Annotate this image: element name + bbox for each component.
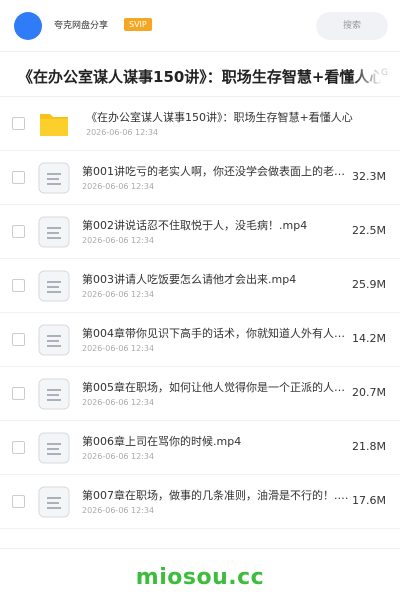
item-date: 2026-06-06 12:34	[82, 398, 155, 407]
video-file-icon	[38, 270, 70, 302]
video-file-icon	[38, 216, 70, 248]
item-date: 2026-06-06 12:34	[82, 182, 155, 191]
item-date: 2026-06-06 12:34	[86, 128, 159, 137]
item-date: 2026-06-06 12:34	[82, 344, 155, 353]
item-date: 2026-06-06 12:34	[82, 452, 155, 461]
row-checkbox[interactable]	[12, 495, 25, 508]
video-file-icon	[38, 162, 70, 194]
folder-title-bar: 《在办公室谋人谋事150讲》：职场生存智慧+看懂人心 G	[0, 52, 400, 97]
video-file-icon	[38, 324, 70, 356]
folder-row[interactable]: 《在办公室谋人谋事150讲》：职场生存智慧+看懂人心 2026-06-06 12:…	[0, 97, 400, 151]
video-file-icon	[38, 432, 70, 464]
search-input[interactable]: 搜索	[316, 12, 388, 40]
row-checkbox[interactable]	[12, 117, 25, 130]
row-checkbox[interactable]	[12, 387, 25, 400]
item-name: 第003讲请人吃饭要怎么请他才会出来.mp4	[82, 273, 297, 286]
file-list: 《在办公室谋人谋事150讲》：职场生存智慧+看懂人心 2026-06-06 12:…	[0, 97, 400, 529]
item-size: 17.6M	[352, 494, 386, 507]
user-name: 夸克网盘分享	[54, 21, 109, 31]
row-checkbox[interactable]	[12, 225, 25, 238]
item-name: 《在办公室谋人谋事150讲》：职场生存智慧+看懂人心	[86, 111, 353, 124]
title-suffix: G	[381, 68, 388, 78]
item-name: 第006章上司在骂你的时候.mp4	[82, 435, 242, 448]
item-name: 第002讲说话忍不住取悦于人，没毛病！.mp4	[82, 219, 308, 232]
item-date: 2026-06-06 12:34	[82, 290, 155, 299]
video-file-icon	[38, 486, 70, 518]
file-row[interactable]: 第003讲请人吃饭要怎么请他才会出来.mp4 2026-06-06 12:34 25…	[0, 259, 400, 313]
svip-badge: SVIP	[124, 18, 152, 31]
file-row[interactable]: 第001讲吃亏的老实人啊，你还没学会做表面上的老实人.mp4 2026-06-06…	[0, 151, 400, 205]
file-row[interactable]: 第002讲说话忍不住取悦于人，没毛病！.mp4 2026-06-06 12:34 2…	[0, 205, 400, 259]
folder-icon	[38, 108, 70, 140]
item-size: 22.5M	[352, 224, 386, 237]
item-date: 2026-06-06 12:34	[82, 506, 155, 515]
item-name: 第001讲吃亏的老实人啊，你还没学会做表面上的老实人.mp4	[82, 165, 354, 178]
row-checkbox[interactable]	[12, 441, 25, 454]
page-title: 《在办公室谋人谋事150讲》：职场生存智慧+看懂人心	[18, 68, 385, 86]
file-row[interactable]: 第006章上司在骂你的时候.mp4 2026-06-06 12:34 21.8M	[0, 421, 400, 475]
item-size: 14.2M	[352, 332, 386, 345]
avatar[interactable]	[14, 12, 42, 40]
file-row[interactable]: 第004章带你见识下高手的话术，你就知道人外有人了.mp4 2026-06-06 …	[0, 313, 400, 367]
file-row[interactable]: 第005章在职场，如何让他人觉得你是一个正派的人、靠谱的人.mp4 2026-06…	[0, 367, 400, 421]
item-size: 25.9M	[352, 278, 386, 291]
row-checkbox[interactable]	[12, 171, 25, 184]
app-header: 夸克网盘分享 SVIP 搜索	[0, 0, 400, 52]
video-file-icon	[38, 378, 70, 410]
item-size: 21.8M	[352, 440, 386, 453]
brand-watermark: miosou.cc	[0, 548, 400, 600]
file-row[interactable]: 第007章在职场，做事的几条准则，油滑是不行的！.mp4 2026-06-06 1…	[0, 475, 400, 529]
item-name: 第005章在职场，如何让他人觉得你是一个正派的人、靠谱的人.mp4	[82, 381, 354, 394]
row-checkbox[interactable]	[12, 279, 25, 292]
item-name: 第004章带你见识下高手的话术，你就知道人外有人了.mp4	[82, 327, 354, 340]
title-fade	[354, 52, 400, 96]
item-size: 32.3M	[352, 170, 386, 183]
item-name: 第007章在职场，做事的几条准则，油滑是不行的！.mp4	[82, 489, 354, 502]
row-checkbox[interactable]	[12, 333, 25, 346]
item-date: 2026-06-06 12:34	[82, 236, 155, 245]
item-size: 20.7M	[352, 386, 386, 399]
